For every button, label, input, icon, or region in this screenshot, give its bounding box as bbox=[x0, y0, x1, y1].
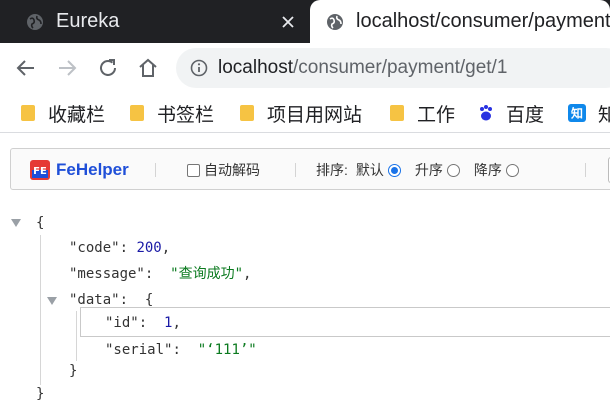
sort-options: 排序: 默认 升序 降序 bbox=[316, 160, 533, 180]
url-host: localhost bbox=[218, 57, 293, 78]
checkbox-box[interactable] bbox=[187, 163, 200, 177]
address-bar[interactable]: localhost/consumer/payment/get/1 bbox=[176, 48, 610, 88]
sort-desc-label: 降序 bbox=[473, 162, 502, 178]
bookmark-label: 书签栏 bbox=[157, 104, 215, 126]
url-text: localhost/consumer/payment/get/1 bbox=[218, 57, 507, 79]
sort-default-radio[interactable] bbox=[387, 163, 401, 177]
collapse-toggle-icon[interactable] bbox=[11, 219, 21, 227]
fehelper-toolbar: FE FeHelper 自动解码 排序: 默认 升序 降序 bbox=[10, 148, 610, 190]
bookmark-folder[interactable]: 书签栏 bbox=[129, 101, 215, 126]
tab-title: Eureka bbox=[56, 10, 120, 32]
sort-asc-label: 升序 bbox=[414, 162, 443, 178]
json-string-value: "‘111’" bbox=[197, 342, 257, 358]
sort-default-label: 默认 bbox=[355, 162, 384, 178]
json-open-brace: { bbox=[144, 292, 154, 308]
bookmark-label: 工作 bbox=[417, 104, 456, 126]
fehelper-name: FeHelper bbox=[56, 160, 129, 179]
zhihu-icon: 知 bbox=[568, 104, 586, 122]
fehelper-badge-icon: FE bbox=[30, 160, 50, 180]
json-key: "data" bbox=[69, 292, 120, 308]
json-key: "serial" bbox=[105, 342, 173, 358]
json-row-code: "code": 200, bbox=[69, 240, 171, 256]
folder-icon bbox=[130, 105, 144, 121]
indent-guide bbox=[40, 235, 41, 385]
json-close-brace: } bbox=[36, 386, 45, 402]
back-arrow-icon[interactable] bbox=[14, 56, 38, 80]
close-icon[interactable] bbox=[280, 14, 296, 30]
bookmark-folder[interactable]: 项目用网站 bbox=[239, 101, 363, 126]
fehelper-logo[interactable]: FE FeHelper bbox=[30, 160, 129, 180]
divider bbox=[295, 163, 296, 177]
info-icon[interactable] bbox=[190, 59, 208, 77]
json-key: "code" bbox=[69, 240, 120, 256]
forward-arrow-icon[interactable] bbox=[55, 56, 79, 80]
home-icon[interactable] bbox=[136, 56, 160, 80]
json-row-serial: "serial": "‘111’" bbox=[105, 342, 257, 358]
tab-title: localhost/consumer/payment/get/1 bbox=[356, 10, 610, 32]
auto-decode-label: 自动解码 bbox=[204, 162, 260, 178]
divider bbox=[155, 163, 156, 177]
globe-icon bbox=[327, 13, 343, 30]
baidu-paw-icon bbox=[480, 105, 492, 121]
bookmark-label: 收藏栏 bbox=[48, 104, 106, 126]
json-string-value: "查询成功" bbox=[170, 266, 244, 282]
divider bbox=[585, 163, 586, 177]
sort-asc-radio[interactable] bbox=[446, 163, 460, 177]
reload-icon[interactable] bbox=[96, 56, 120, 80]
json-key: "message" bbox=[69, 266, 145, 282]
json-number-value: 1 bbox=[164, 315, 173, 331]
url-path: /consumer/payment/get/1 bbox=[293, 57, 508, 78]
json-open-brace: { bbox=[36, 215, 45, 231]
tab-localhost[interactable]: localhost/consumer/payment/get/1 bbox=[310, 0, 610, 43]
svg-text:FE: FE bbox=[33, 166, 47, 177]
bookmark-zhihu[interactable]: 知 知 bbox=[568, 101, 610, 126]
sort-label: 排序: bbox=[316, 162, 348, 178]
auto-decode-checkbox[interactable]: 自动解码 bbox=[187, 160, 260, 180]
bookmark-label: 知 bbox=[598, 104, 610, 126]
globe-icon bbox=[27, 13, 43, 30]
indent-guide bbox=[76, 311, 77, 361]
bookmark-folder[interactable]: 收藏栏 bbox=[20, 101, 106, 126]
folder-icon bbox=[21, 105, 35, 121]
bookmark-label: 百度 bbox=[506, 104, 545, 126]
bookmark-baidu[interactable]: 百度 bbox=[478, 101, 545, 126]
bookmark-label: 项目用网站 bbox=[267, 104, 363, 126]
json-row-id: "id": 1, bbox=[105, 315, 181, 331]
json-viewer: { "code": 200, "message": "查询成功", "data"… bbox=[0, 205, 610, 417]
browser-toolbar: localhost/consumer/payment/get/1 bbox=[0, 43, 610, 93]
tab-eureka[interactable]: Eureka bbox=[0, 0, 308, 43]
json-key: "id" bbox=[105, 315, 139, 331]
json-row-message: "message": "查询成功", bbox=[69, 266, 252, 282]
bookmarks-bar: 收藏栏 书签栏 项目用网站 工作 百度 知 知 bbox=[0, 93, 610, 133]
bookmark-folder[interactable]: 工作 bbox=[389, 101, 456, 126]
json-close-brace: } bbox=[69, 363, 78, 379]
folder-icon bbox=[240, 105, 254, 121]
svg-text:知: 知 bbox=[570, 106, 583, 121]
json-number-value: 200 bbox=[136, 240, 162, 256]
tab-strip: Eureka localhost/consumer/payment/get/1 bbox=[0, 0, 610, 43]
collapse-toggle-icon[interactable] bbox=[47, 297, 57, 305]
sort-desc-radio[interactable] bbox=[505, 163, 519, 177]
folder-icon bbox=[390, 105, 404, 121]
